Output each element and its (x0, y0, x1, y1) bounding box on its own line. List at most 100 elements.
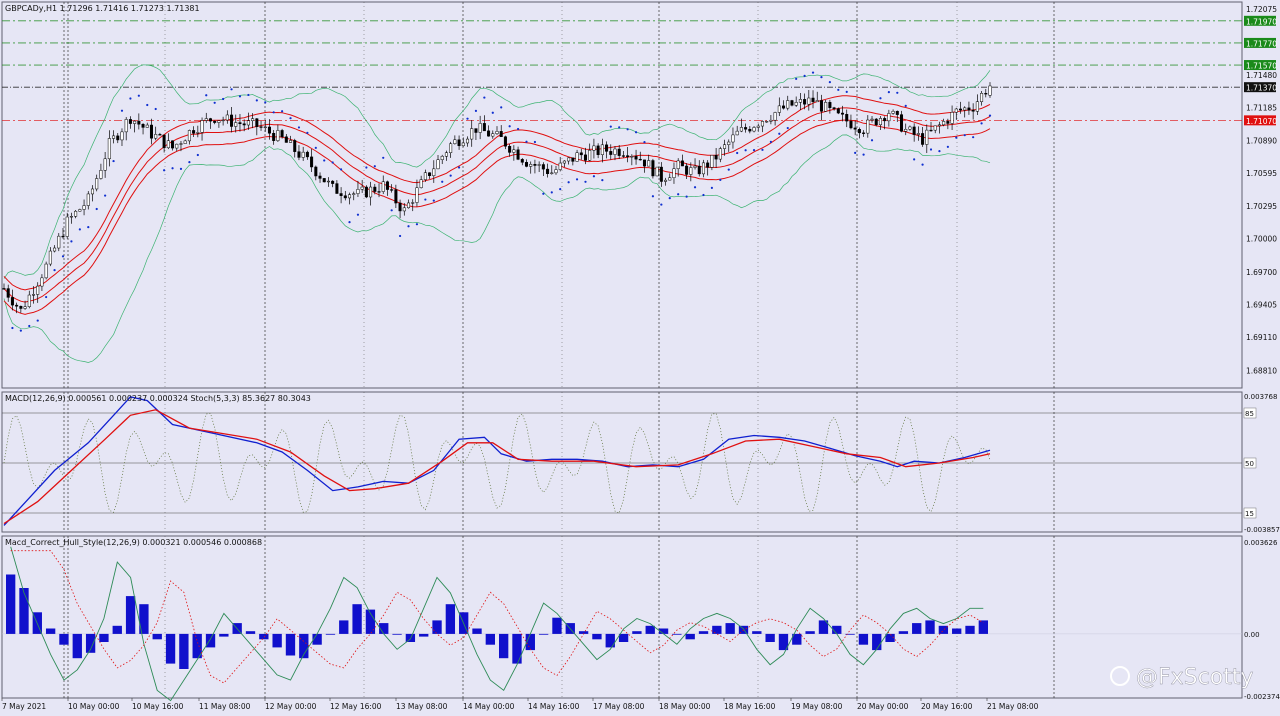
candle-body (289, 140, 293, 143)
candle-body (904, 128, 908, 132)
price-tick-label: 1.70000 (1246, 235, 1277, 244)
sar-dot (887, 91, 890, 94)
candle-body (120, 131, 124, 141)
sar-dot (129, 97, 132, 100)
candle-body (857, 129, 861, 134)
hull-histogram-bar (925, 620, 935, 634)
candle-body (883, 118, 887, 122)
candle-body (503, 136, 507, 147)
hull-histogram-bar (179, 633, 189, 670)
hull-histogram-bar (538, 633, 549, 635)
candle-body (407, 202, 411, 209)
hull-histogram-bar (339, 620, 349, 634)
candle-body (57, 235, 61, 249)
sar-dot (449, 174, 452, 177)
sar-dot (390, 209, 393, 212)
candle-body (718, 148, 722, 160)
candle-body (276, 130, 280, 141)
candle-body (773, 112, 777, 121)
candle-body (946, 121, 950, 124)
candle-body (6, 288, 10, 298)
candle-body (744, 127, 748, 130)
candle-body (423, 172, 427, 180)
stoch-level-label: 85 (1245, 410, 1254, 418)
chart-window[interactable]: 1.71970 1.71770 1.71570 1.71370 1.71070 1.720… (0, 0, 1280, 712)
candle-body (255, 118, 259, 127)
sar-dot (913, 158, 916, 161)
candle-body (352, 193, 356, 195)
candle-body (495, 131, 499, 134)
sar-dot (474, 109, 478, 112)
candle-body (541, 164, 545, 170)
sar-dot (11, 326, 14, 330)
sar-dot (575, 178, 579, 181)
time-axis-label: 12 May 16:00 (330, 702, 382, 711)
sar-dot (811, 71, 815, 74)
candle-body (133, 120, 137, 124)
candle-body (251, 118, 255, 121)
candle-body (689, 167, 693, 175)
candle-body (605, 144, 609, 152)
candle-body (213, 120, 217, 123)
time-axis-label: 20 May 16:00 (921, 702, 973, 711)
candle-body (491, 133, 495, 137)
candle-body (971, 109, 975, 112)
candle-body (798, 99, 802, 103)
hull-histogram-bar (672, 633, 682, 635)
candle-body (988, 85, 992, 96)
candle-body (343, 195, 347, 199)
candle-body (916, 133, 920, 135)
sar-dot (584, 180, 587, 183)
candle-body (36, 285, 40, 295)
sar-dot (171, 167, 174, 170)
hull-histogram-bar (752, 631, 762, 634)
sar-dot (837, 88, 840, 91)
sar-dot (45, 295, 48, 299)
candle-body (735, 130, 739, 136)
candle-body (748, 128, 752, 132)
candle-body (293, 140, 297, 152)
candle-body (819, 100, 823, 112)
sar-dot (567, 181, 570, 184)
hull-histogram-bar (552, 617, 562, 634)
candle-body (950, 112, 954, 124)
time-axis-label: 18 May 00:00 (659, 702, 711, 711)
candle-body (874, 118, 878, 126)
price-tick-label: 1.69110 (1246, 333, 1277, 342)
sar-dot (297, 126, 301, 129)
candle-body (975, 101, 979, 112)
candle-body (162, 134, 166, 149)
candle-body (61, 235, 65, 238)
candle-body (187, 130, 191, 142)
candle-body (65, 216, 69, 237)
sar-dot (660, 203, 663, 206)
price-tick-label: 1.70890 (1246, 136, 1277, 145)
candle-body (710, 155, 714, 168)
sar-dot (70, 240, 73, 243)
candle-body (196, 132, 200, 134)
price-level-label: 1.71070 (1246, 117, 1277, 126)
sar-dot (634, 131, 638, 134)
candle-body (630, 156, 634, 158)
sar-dot (870, 139, 874, 142)
sar-dot (356, 213, 360, 216)
sar-dot (643, 140, 646, 144)
sar-dot (963, 134, 966, 137)
hull-histogram-bar (645, 625, 655, 634)
candle-body (238, 122, 242, 125)
candle-body (470, 128, 474, 140)
sar-dot (988, 114, 992, 117)
candle-body (53, 247, 57, 252)
candle-body (647, 160, 651, 167)
sar-dot (339, 168, 343, 171)
candle-body (154, 134, 158, 139)
sar-dot (559, 187, 562, 191)
candle-body (415, 187, 419, 203)
sar-dot (533, 140, 537, 144)
hull-histogram-bar (99, 633, 109, 643)
candle-body (394, 189, 398, 204)
sar-dot (348, 221, 351, 224)
candle-body (609, 151, 613, 155)
candle-body (811, 97, 815, 103)
hull-pane-title: Macd_Correct_Hull_Style(12,26,9) 0.00032… (5, 538, 262, 547)
